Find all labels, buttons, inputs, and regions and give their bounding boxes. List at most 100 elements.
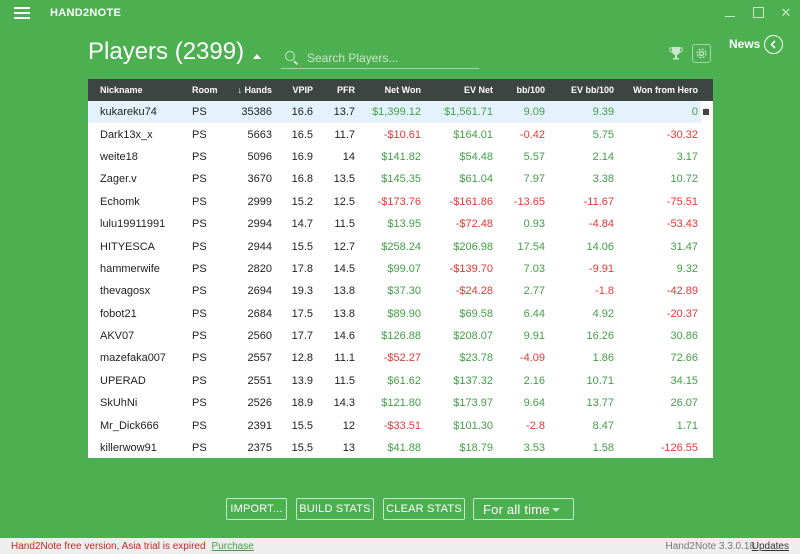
table-row[interactable]: Echomk PS 2999 15.2 12.5 -$173.76 -$161.86 -13.… xyxy=(88,191,713,213)
cell-room: PS xyxy=(192,173,207,186)
time-filter-label: For all time xyxy=(483,501,550,517)
table-row[interactable]: lulu19911991 PS 2994 14.7 11.5 $13.95 -$72.48 0… xyxy=(88,213,713,235)
cell-nick: SkUhNi xyxy=(100,397,138,410)
column-header-ev-net[interactable]: EV Net xyxy=(425,85,497,95)
cell-bb: 9.09 xyxy=(523,106,545,119)
updates-link[interactable]: Updates xyxy=(752,541,789,552)
cell-vpip: 14.7 xyxy=(291,218,313,231)
cell-nick: AKV07 xyxy=(100,330,135,343)
table-row[interactable]: weite18 PS 5096 16.9 14 $141.82 $54.48 5.57 2.14… xyxy=(88,146,713,168)
column-header-nickname[interactable]: Nickname xyxy=(88,85,184,95)
table-row[interactable]: UPERAD PS 2551 13.9 11.5 $61.62 $137.32 2.16 10.… xyxy=(88,370,713,392)
sort-arrow-down-icon: ↓ xyxy=(237,85,242,95)
column-header-ev-bb100[interactable]: EV bb/100 xyxy=(549,85,618,95)
column-header-vpip[interactable]: VPIP xyxy=(276,85,317,95)
scroll-thumb[interactable] xyxy=(703,109,709,115)
cell-evbb: 5.75 xyxy=(592,128,614,141)
cell-ev: -$72.48 xyxy=(455,218,493,231)
column-header-bb100[interactable]: bb/100 xyxy=(497,85,549,95)
cell-evbb: 3.38 xyxy=(592,173,614,186)
import-button[interactable]: IMPORT... xyxy=(226,498,287,520)
table-body: kukareku74 PS 35386 16.6 13.7 $1,399.12 $1,561… xyxy=(88,101,713,458)
cell-net: $37.30 xyxy=(387,285,421,298)
build-stats-button[interactable]: BUILD STATS xyxy=(296,498,374,520)
cell-room: PS xyxy=(192,330,207,343)
column-header-hands[interactable]: ↓ Hands xyxy=(229,85,276,95)
table-row[interactable]: HITYESCA PS 2944 15.5 12.7 $258.24 $206.98 17.5… xyxy=(88,235,713,257)
cell-bb: -4.09 xyxy=(519,352,545,365)
cell-net: $126.88 xyxy=(381,330,421,343)
cell-vpip: 16.6 xyxy=(291,106,313,119)
cell-ev: $173.97 xyxy=(453,397,493,410)
cell-ev: -$24.28 xyxy=(455,285,493,298)
cell-room: PS xyxy=(192,397,207,410)
settings-button[interactable] xyxy=(692,44,711,63)
title-bar: HAND2NOTE ✕ xyxy=(0,0,800,25)
cell-pfr: 14.6 xyxy=(333,330,355,343)
page-title: Players (2399) xyxy=(88,38,245,65)
cell-evbb: -9.91 xyxy=(588,262,614,275)
close-button[interactable]: ✕ xyxy=(772,0,800,25)
cell-net: -$52.27 xyxy=(383,352,421,365)
cell-vpip: 15.2 xyxy=(291,195,313,208)
column-header-pfr[interactable]: PFR xyxy=(317,85,359,95)
cell-nick: mazefaka007 xyxy=(100,352,167,365)
cell-won: 0 xyxy=(691,106,698,119)
cell-bb: 9.91 xyxy=(523,330,545,343)
cell-ev: $69.58 xyxy=(459,307,493,320)
vertical-scrollbar[interactable] xyxy=(701,101,713,458)
news-label[interactable]: News xyxy=(729,37,760,51)
maximize-button[interactable] xyxy=(744,0,772,25)
time-filter-dropdown[interactable]: For all time xyxy=(473,498,574,520)
table-row[interactable]: thevagosx PS 2694 19.3 13.8 $37.30 -$24.28 2.77… xyxy=(88,280,713,302)
cell-room: PS xyxy=(192,352,207,365)
cell-pfr: 13.8 xyxy=(333,307,355,320)
cell-nick: Echomk xyxy=(100,195,140,208)
cell-net: $121.80 xyxy=(381,397,421,410)
column-header-net-won[interactable]: Net Won xyxy=(359,85,425,95)
cell-nick: kukareku74 xyxy=(100,106,157,119)
table-row[interactable]: killerwow91 PS 2375 15.5 13 $41.88 $18.79 3.53 1… xyxy=(88,437,713,458)
table-row[interactable]: hammerwife PS 2820 17.8 14.5 $99.07 -$139.70 7.… xyxy=(88,258,713,280)
table-row[interactable]: Dark13x_x PS 5663 16.5 11.7 -$10.61 $164.01 -0.… xyxy=(88,123,713,145)
cell-room: PS xyxy=(192,150,207,163)
table-row[interactable]: kukareku74 PS 35386 16.6 13.7 $1,399.12 $1,561… xyxy=(88,101,713,124)
cell-evbb: 13.77 xyxy=(586,397,614,410)
cell-pfr: 12.5 xyxy=(333,195,355,208)
search-icon xyxy=(285,50,299,65)
menu-icon[interactable] xyxy=(14,6,30,19)
table-row[interactable]: Zager.v PS 3670 16.8 13.5 $145.35 $61.04 7.97 3.… xyxy=(88,168,713,190)
table-row[interactable]: fobot21 PS 2684 17.5 13.8 $89.90 $69.58 6.44 4.9… xyxy=(88,303,713,325)
search-input[interactable] xyxy=(307,50,477,65)
minimize-button[interactable] xyxy=(716,0,744,25)
clear-stats-button[interactable]: CLEAR STATS xyxy=(383,498,465,520)
table-row[interactable]: Mr_Dick666 PS 2391 15.5 12 -$33.51 $101.30 -2.8… xyxy=(88,414,713,436)
window-controls: ✕ xyxy=(716,0,800,25)
column-header-won-from-hero[interactable]: Won from Hero xyxy=(618,85,702,95)
column-header-hands-label: Hands xyxy=(244,85,272,95)
cell-bb: 3.53 xyxy=(523,442,545,455)
cell-hands: 2944 xyxy=(247,240,272,253)
cell-vpip: 19.3 xyxy=(291,285,313,298)
cell-net: $258.24 xyxy=(381,240,421,253)
column-header-room[interactable]: Room xyxy=(184,85,229,95)
news-toggle-button[interactable] xyxy=(764,35,783,54)
search-box[interactable] xyxy=(281,47,479,69)
cell-bb: 2.16 xyxy=(523,374,545,387)
cell-pfr: 11.5 xyxy=(334,218,355,231)
cell-nick: Mr_Dick666 xyxy=(100,419,159,432)
table-row[interactable]: AKV07 PS 2560 17.7 14.6 $126.88 $208.07 9.91 16.… xyxy=(88,325,713,347)
purchase-link[interactable]: Purchase xyxy=(212,541,254,552)
cell-evbb: -11.67 xyxy=(583,195,614,208)
cell-vpip: 17.5 xyxy=(291,307,313,320)
cell-ev: $164.01 xyxy=(453,128,493,141)
cell-won: -53.43 xyxy=(666,218,698,231)
cell-nick: weite18 xyxy=(100,150,138,163)
table-row[interactable]: SkUhNi PS 2526 18.9 14.3 $121.80 $173.97 9.64 13… xyxy=(88,392,713,414)
table-row[interactable]: mazefaka007 PS 2557 12.8 11.1 -$52.27 $23.78 -4… xyxy=(88,347,713,369)
chevron-down-icon xyxy=(552,508,560,512)
caret-up-icon[interactable] xyxy=(253,54,261,59)
cell-evbb: 4.92 xyxy=(592,307,614,320)
cell-evbb: 9.39 xyxy=(592,106,614,119)
trophy-icon[interactable] xyxy=(669,46,683,60)
